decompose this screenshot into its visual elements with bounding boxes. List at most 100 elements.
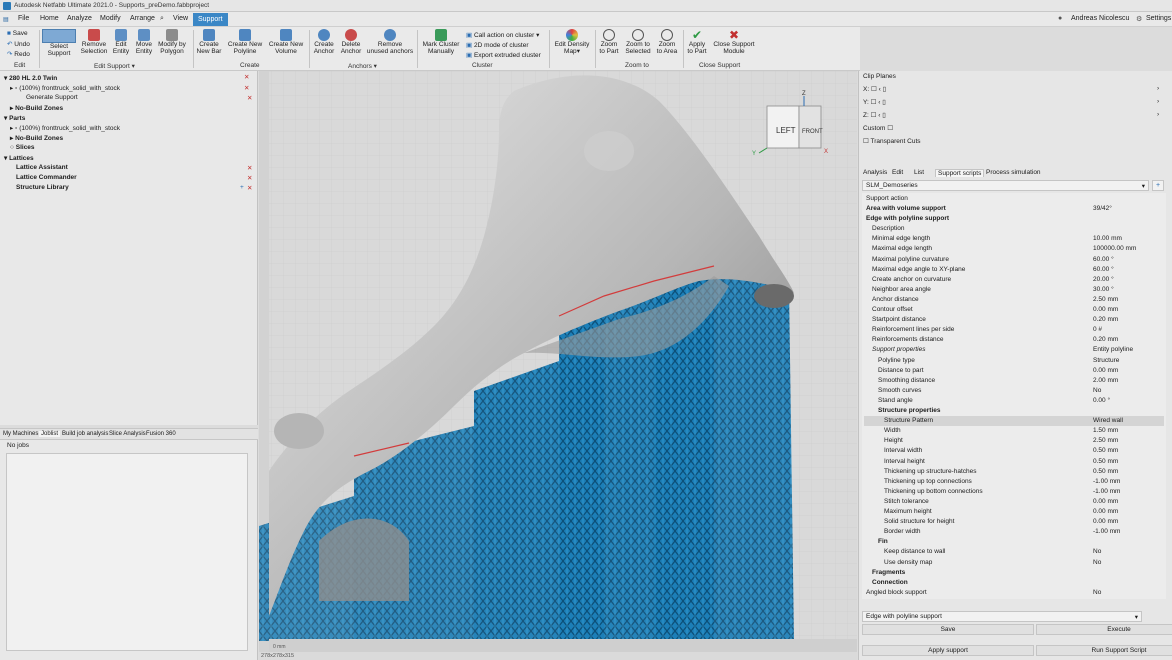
property-row-label[interactable]: Contour offset (872, 306, 913, 313)
tree-generate-support[interactable]: Generate Support (26, 94, 78, 101)
modify-by-polygon-button[interactable]: Modify by Polygon (156, 29, 188, 55)
property-row-label[interactable]: Maximum height (884, 508, 932, 515)
remove-support-icon[interactable]: ✕ (247, 94, 252, 102)
property-row-label[interactable]: Area with volume support (866, 205, 946, 212)
tab-my-machines[interactable]: My Machines (3, 431, 38, 437)
property-row-value[interactable]: 39/42° (1093, 205, 1112, 212)
property-row-value[interactable]: -1.00 mm (1093, 478, 1120, 485)
remove-structure-library-icon[interactable]: ✕ (247, 184, 252, 192)
property-row-label[interactable]: Keep distance to wall (884, 548, 945, 555)
property-row-label[interactable]: Fragments (872, 569, 905, 576)
property-row-label[interactable]: Neighbor area angle (872, 286, 931, 293)
property-row-label[interactable]: Support properties (872, 346, 925, 353)
property-row-value[interactable]: 30.00 ° (1093, 286, 1114, 293)
tab-support-scripts[interactable]: Support scripts (935, 169, 985, 177)
tab-edit[interactable]: Edit (892, 169, 903, 176)
property-row-value[interactable]: No (1093, 589, 1101, 596)
property-row-value[interactable]: No (1093, 559, 1101, 566)
2d-mode-cluster-button[interactable]: ▣ 2D mode of cluster (466, 41, 529, 49)
property-row-label[interactable]: Structure properties (878, 407, 941, 414)
clip-plane-custom[interactable]: Custom ☐ (863, 124, 893, 132)
tree-slices[interactable]: ○ Slices (10, 144, 35, 151)
property-row-value[interactable]: Structure (1093, 357, 1119, 364)
close-support-module-button[interactable]: ✖ Close Support Module (711, 29, 757, 55)
redo-button[interactable]: ↷ Redo (7, 50, 30, 58)
tree-lattice-assistant[interactable]: Lattice Assistant (16, 164, 68, 171)
menu-view[interactable]: View (173, 15, 188, 22)
create-anchor-button[interactable]: Create Anchor (311, 29, 337, 55)
property-row-label[interactable]: Height (884, 437, 903, 444)
transparent-cuts-checkbox[interactable]: ☐ Transparent Cuts (863, 137, 921, 145)
property-row-value[interactable]: 100000.00 mm (1093, 245, 1136, 252)
property-row-label[interactable]: Smoothing distance (878, 377, 935, 384)
menu-home[interactable]: Home (40, 15, 59, 22)
property-row-value[interactable]: Entity polyline (1093, 346, 1133, 353)
property-row-value[interactable]: 0.00 mm (1093, 508, 1118, 515)
gear-icon[interactable]: ⚙ (1136, 15, 1142, 23)
mark-cluster-button[interactable]: Mark Cluster Manually (420, 29, 462, 55)
joblist-area[interactable] (6, 453, 248, 651)
tab-build-job-analysis[interactable]: Build job analysis (62, 431, 108, 437)
execute-button[interactable]: Execute (1036, 624, 1172, 635)
apply-to-part-button[interactable]: ✔ Apply to Part (685, 29, 709, 55)
property-row-label[interactable]: Create anchor on curvature (872, 276, 951, 283)
tree-no-build-zones[interactable]: ▸ No-Build Zones (10, 104, 63, 112)
export-extruded-cluster-button[interactable]: ▣ Export extruded cluster (466, 51, 541, 59)
property-row-label[interactable]: Edge with polyline support (866, 215, 949, 222)
settings-link[interactable]: Settings (1146, 15, 1171, 22)
property-row-value[interactable]: 1.50 mm (1093, 427, 1118, 434)
clip-plane-x[interactable]: X: ☐ ‹ ▯ (863, 85, 886, 93)
property-row-value[interactable]: 0.50 mm (1093, 458, 1118, 465)
select-support-button[interactable]: Select Support (41, 29, 77, 57)
chevron-right-icon[interactable]: › (1157, 85, 1159, 92)
tree-lattice-commander[interactable]: Lattice Commander (16, 174, 77, 181)
property-row-label[interactable]: Thickening up bottom connections (884, 488, 983, 495)
property-row-value[interactable]: 60.00 ° (1093, 266, 1114, 273)
property-row-label[interactable]: Border width (884, 528, 921, 535)
property-row-label[interactable]: Polyline type (878, 357, 915, 364)
tab-fusion-360[interactable]: Fusion 360 (146, 431, 176, 437)
user-name[interactable]: Andreas Nicolescu (1071, 15, 1129, 22)
apply-support-button[interactable]: Apply support (862, 645, 1034, 656)
property-row-value[interactable]: -1.00 mm (1093, 528, 1120, 535)
script-dropdown[interactable]: SLM_Demoseries ▾ (862, 180, 1149, 191)
create-new-volume-button[interactable]: Create New Volume (266, 29, 306, 55)
call-action-cluster-button[interactable]: ▣ Call action on cluster ▾ (466, 31, 539, 39)
run-support-script-button[interactable]: Run Support Script (1036, 645, 1172, 656)
property-row-label[interactable]: Smooth curves (878, 387, 921, 394)
remove-selection-button[interactable]: Remove Selection (79, 29, 109, 55)
view-search-icon[interactable]: ⌕ (160, 15, 164, 23)
undo-button[interactable]: ↶ Undo (7, 40, 30, 48)
tab-analysis[interactable]: Analysis (863, 169, 887, 176)
clip-plane-z[interactable]: Z: ☐ ‹ ▯ (863, 111, 886, 119)
property-row-label[interactable]: Interval width (884, 447, 922, 454)
property-row-label[interactable]: Maximal edge length (872, 245, 932, 252)
remove-lattice-commander-icon[interactable]: ✕ (247, 174, 252, 182)
tab-slice-analysis[interactable]: Slice Analysis (109, 431, 146, 437)
edit-entity-button[interactable]: Edit Entity (110, 29, 132, 55)
property-row-value[interactable]: 0.20 mm (1093, 336, 1118, 343)
menu-file[interactable]: File (18, 15, 29, 22)
property-row-value[interactable]: 0.00 ° (1093, 397, 1110, 404)
property-row-value[interactable]: 0.00 mm (1093, 367, 1118, 374)
property-row-value[interactable]: 20.00 ° (1093, 276, 1114, 283)
user-icon[interactable]: ● (1058, 15, 1062, 22)
move-entity-button[interactable]: Move Entity (133, 29, 155, 55)
property-row-label[interactable]: Minimal edge length (872, 235, 930, 242)
tree-structure-library[interactable]: Structure Library (16, 184, 69, 191)
tab-process-simulation[interactable]: Process simulation (986, 169, 1041, 176)
zoom-to-part-button[interactable]: Zoom to Part (597, 29, 621, 55)
property-row-label[interactable]: Structure Pattern (884, 417, 933, 424)
property-row-value[interactable]: 2.50 mm (1093, 437, 1118, 444)
property-row-value[interactable]: 0.00 mm (1093, 518, 1118, 525)
menu-analyze[interactable]: Analyze (67, 15, 92, 22)
property-row-label[interactable]: Solid structure for height (884, 518, 954, 525)
tree-parts[interactable]: ▾ Parts (4, 114, 25, 122)
property-row-value[interactable]: 0.00 mm (1093, 306, 1118, 313)
edit-density-map-button[interactable]: Edit Density Map▾ (551, 29, 593, 55)
zoom-to-area-button[interactable]: Zoom to Area (654, 29, 680, 55)
menu-modify[interactable]: Modify (100, 15, 121, 22)
save-button[interactable]: ■ Save (7, 30, 28, 37)
property-row-value[interactable]: 0.00 mm (1093, 498, 1118, 505)
property-row-label[interactable]: Use density map (884, 559, 932, 566)
